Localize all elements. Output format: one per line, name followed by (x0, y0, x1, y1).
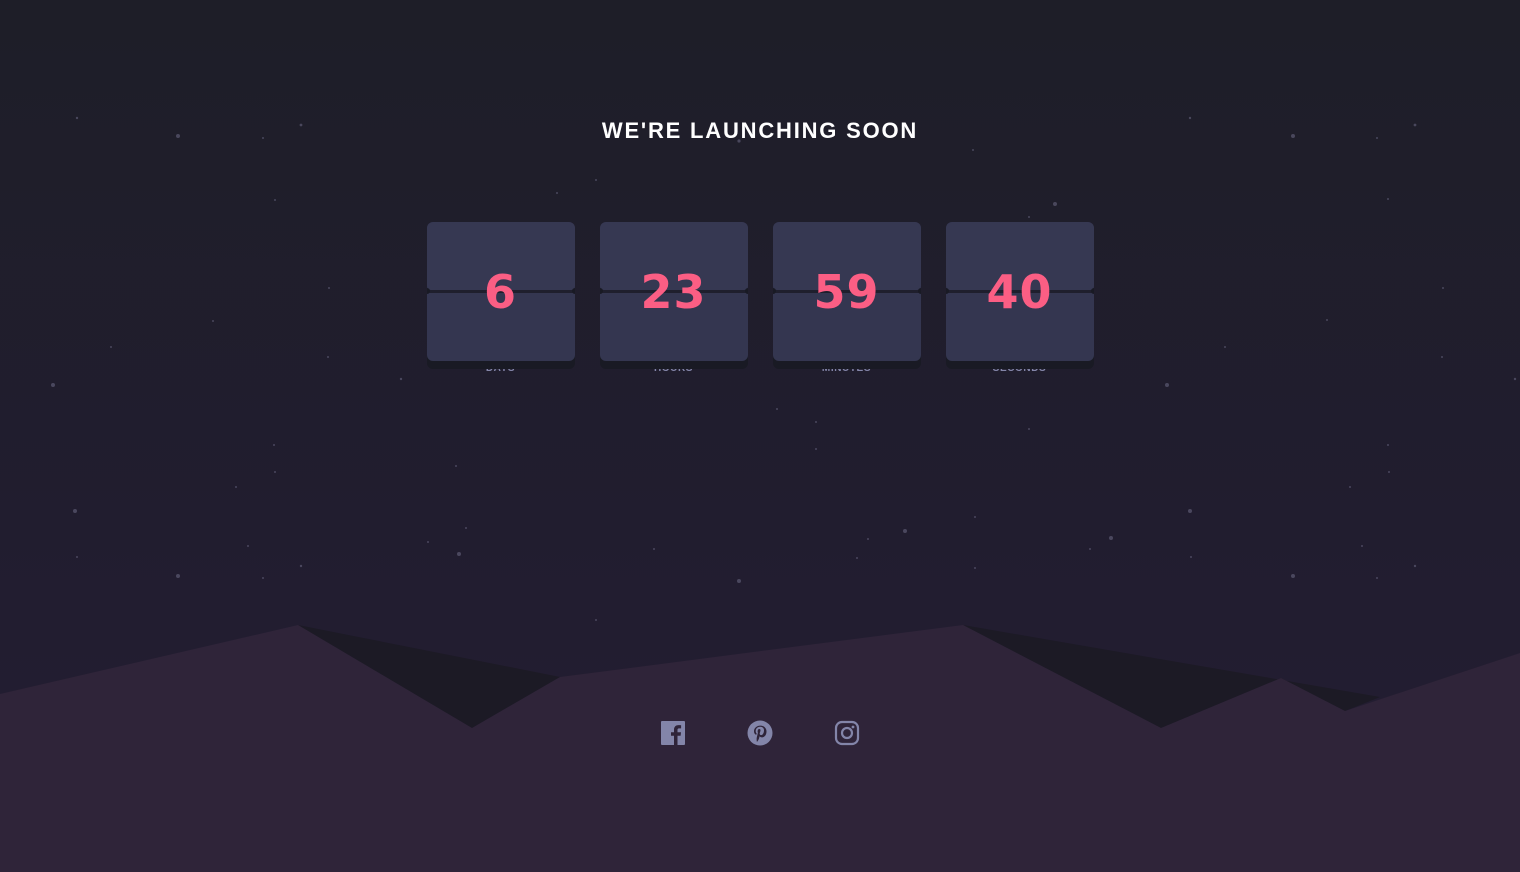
countdown-days: 6 DAYS (426, 222, 575, 374)
seconds-card: 40 (945, 222, 1094, 361)
page-title: WE'RE LAUNCHING SOON (601, 118, 919, 143)
days-value: 6 (483, 265, 517, 319)
social-links (0, 720, 1520, 746)
days-card: 6 (426, 222, 575, 361)
pinterest-link[interactable] (747, 720, 773, 746)
facebook-icon (661, 721, 685, 745)
countdown-minutes: 59 MINUTES (772, 222, 921, 374)
pinterest-icon (747, 720, 773, 746)
countdown-timer: 6 DAYS 23 HOURS 59 MINUTES 40 SECONDS (0, 222, 1520, 374)
facebook-link[interactable] (660, 720, 686, 746)
countdown-seconds: 40 SECONDS (945, 222, 1094, 374)
hours-card: 23 (599, 222, 748, 361)
minutes-label: MINUTES (821, 363, 872, 374)
seconds-label: SECONDS (992, 363, 1047, 374)
countdown-hours: 23 HOURS (599, 222, 748, 374)
minutes-value: 59 (813, 265, 880, 319)
seconds-value: 40 (986, 265, 1053, 319)
minutes-card: 59 (772, 222, 921, 361)
days-label: DAYS (485, 363, 516, 374)
instagram-icon (834, 720, 860, 746)
hours-value: 23 (640, 265, 707, 319)
hours-label: HOURS (653, 363, 694, 374)
instagram-link[interactable] (834, 720, 860, 746)
